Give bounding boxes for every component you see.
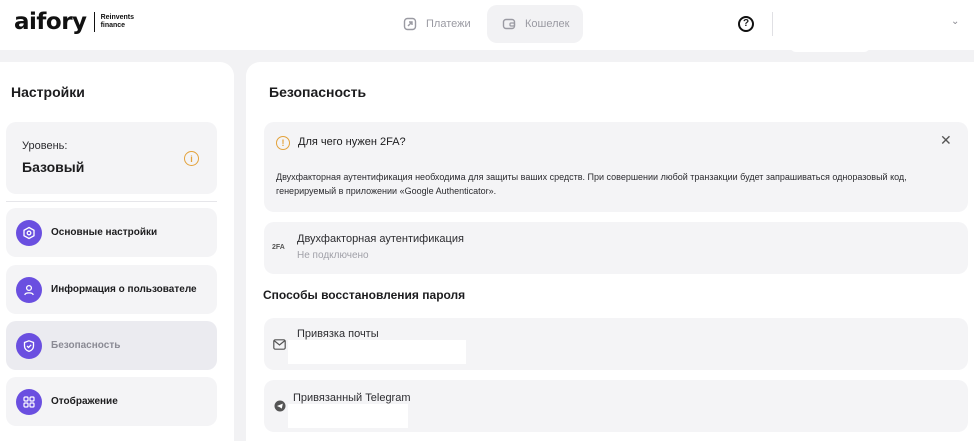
mail-icon (273, 338, 286, 350)
header-divider (772, 12, 773, 36)
recovery-telegram-value (288, 404, 408, 428)
chevron-down-icon[interactable]: ⌄ (951, 16, 959, 27)
page-title: Безопасность (269, 84, 367, 100)
nav-tab-payments[interactable]: Платежи (388, 5, 485, 43)
twofa-status: Не подключено (297, 250, 369, 261)
twofa-card[interactable]: 2FA Двухфакторная аутентификация Не подк… (264, 222, 968, 274)
user-icon (16, 276, 42, 303)
shield-icon (16, 332, 42, 359)
brand-logo[interactable]: aifory Reinvents finance (14, 10, 145, 34)
hexagon-settings-icon (16, 219, 42, 246)
nav-tab-payments-label: Платежи (426, 18, 471, 30)
warning-icon: ! (276, 136, 290, 150)
payments-icon (402, 16, 418, 32)
grid-display-icon (16, 388, 42, 415)
info-icon[interactable]: i (184, 151, 199, 166)
security-panel: Безопасность ! Для чего нужен 2FA? ✕ Дву… (246, 62, 974, 441)
level-card: Уровень: Базовый i (6, 122, 217, 194)
close-icon[interactable]: ✕ (940, 132, 952, 149)
nav-tab-wallet[interactable]: Кошелек (487, 5, 584, 43)
recovery-email-card[interactable]: Привязка почты (264, 318, 968, 370)
sidebar-item-display[interactable]: Отображение (6, 377, 217, 426)
recovery-telegram-label: Привязанный Telegram (293, 392, 411, 404)
logo-separator (93, 12, 95, 32)
logo-wordmark: aifory (14, 9, 87, 35)
sidebar-item-label: Информация о пользователе (51, 284, 197, 295)
sidebar-item-label: Отображение (51, 396, 118, 407)
level-value: Базовый (22, 159, 85, 175)
nav-tab-wallet-label: Кошелек (525, 18, 570, 30)
recovery-section-title: Способы восстановления пароля (263, 288, 466, 302)
logo-tagline: Reinvents finance (100, 14, 135, 29)
sidebar-divider (6, 201, 217, 202)
twofa-info-alert: ! Для чего нужен 2FA? ✕ Двухфакторная ау… (264, 122, 968, 212)
telegram-icon (273, 400, 286, 412)
twofa-icon: 2FA (272, 244, 285, 251)
twofa-title: Двухфакторная аутентификация (297, 233, 464, 245)
sidebar-item-user-info[interactable]: Информация о пользователе (6, 265, 217, 314)
recovery-email-label: Привязка почты (297, 328, 379, 340)
alert-text: Двухфакторная аутентификация необходима … (276, 172, 907, 196)
account-area[interactable] (790, 40, 870, 52)
sidebar-item-general[interactable]: Основные настройки (6, 208, 217, 257)
sidebar-title: Настройки (11, 84, 85, 100)
recovery-email-value (288, 340, 466, 364)
sidebar-item-label: Безопасность (51, 340, 121, 351)
sidebar-item-security[interactable]: Безопасность (6, 321, 217, 370)
alert-title: Для чего нужен 2FA? (298, 136, 406, 148)
top-header: aifory Reinvents finance Платежи Кошелек… (0, 0, 974, 52)
help-icon[interactable]: ? (738, 16, 754, 32)
wallet-icon (501, 16, 517, 32)
level-label: Уровень: (22, 140, 68, 152)
sidebar-item-label: Основные настройки (51, 227, 158, 238)
settings-sidebar: Настройки Уровень: Базовый i Основные на… (0, 62, 234, 441)
recovery-telegram-card[interactable]: Привязанный Telegram (264, 380, 968, 432)
